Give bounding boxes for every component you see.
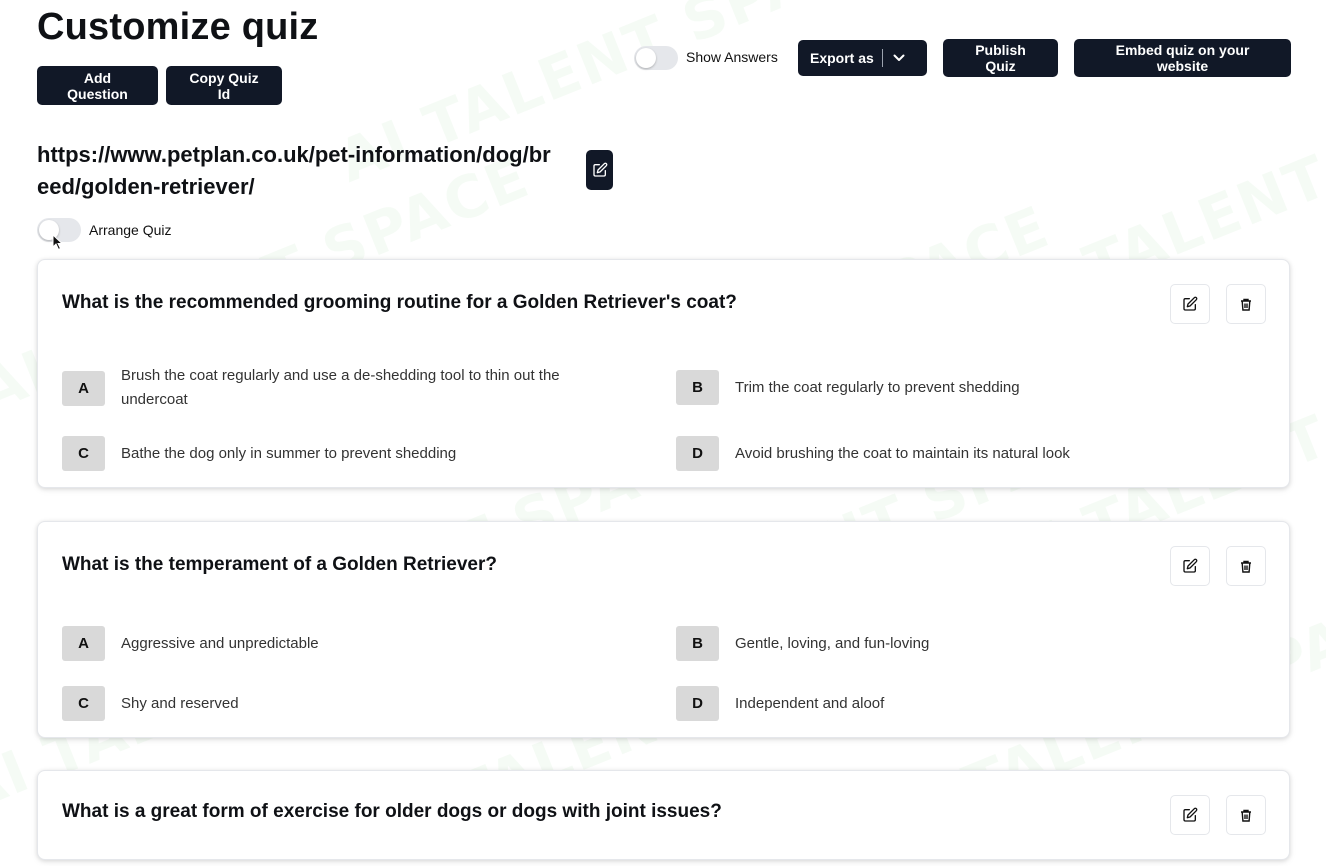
copy-quiz-id-button[interactable]: Copy Quiz Id <box>166 66 282 105</box>
answer-option[interactable]: A Brush the coat regularly and use a de-… <box>62 364 622 412</box>
answer-option[interactable]: A Aggressive and unpredictable <box>62 626 622 661</box>
export-divider <box>881 49 883 67</box>
mouse-cursor-icon <box>52 234 64 251</box>
edit-icon <box>1183 558 1198 573</box>
option-text: Independent and aloof <box>735 694 885 712</box>
export-as-button[interactable]: Export as <box>798 40 927 76</box>
question-text: What is the temperament of a Golden Retr… <box>62 554 497 575</box>
delete-question-button[interactable] <box>1226 546 1266 586</box>
edit-url-button[interactable] <box>586 150 613 190</box>
edit-question-button[interactable] <box>1170 546 1210 586</box>
edit-icon <box>1183 807 1198 822</box>
question-text: What is a great form of exercise for old… <box>62 801 722 822</box>
delete-question-button[interactable] <box>1226 795 1266 835</box>
option-text: Brush the coat regularly and use a de-sh… <box>121 367 560 408</box>
edit-icon <box>1183 296 1198 311</box>
trash-icon <box>1241 298 1251 311</box>
option-text: Shy and reserved <box>121 694 239 712</box>
trash-icon <box>1241 809 1251 822</box>
quiz-customizer-page: Customize quiz Add Question Copy Quiz Id… <box>0 0 1326 860</box>
question-card: What is the recommended grooming routine… <box>37 259 1290 488</box>
answer-option[interactable]: B Trim the coat regularly to prevent she… <box>676 370 1236 405</box>
source-url: https://www.petplan.co.uk/pet-informatio… <box>37 142 551 199</box>
arrange-quiz-label: Arrange Quiz <box>89 222 172 238</box>
trash-icon <box>1241 560 1251 573</box>
option-letter: A <box>62 370 105 406</box>
option-letter: D <box>676 436 719 471</box>
question-card: What is a great form of exercise for old… <box>37 770 1290 860</box>
export-as-label: Export as <box>810 50 874 66</box>
edit-question-button[interactable] <box>1170 284 1210 324</box>
edit-icon <box>592 162 607 177</box>
question-card: What is the temperament of a Golden Retr… <box>37 521 1290 738</box>
option-text: Trim the coat regularly to prevent shedd… <box>735 378 1020 396</box>
option-letter: B <box>676 370 719 405</box>
page-title: Customize quiz <box>37 6 319 48</box>
option-text: Aggressive and unpredictable <box>121 634 319 652</box>
option-letter: C <box>62 436 105 471</box>
option-letter: B <box>676 626 719 661</box>
add-question-button[interactable]: Add Question <box>37 66 158 105</box>
toggle-knob <box>636 48 656 68</box>
question-text: What is the recommended grooming routine… <box>62 292 737 313</box>
option-letter: D <box>676 686 719 721</box>
answer-option[interactable]: D Avoid brushing the coat to maintain it… <box>676 436 1236 471</box>
answer-option[interactable]: C Shy and reserved <box>62 686 622 721</box>
delete-question-button[interactable] <box>1226 284 1266 324</box>
show-answers-label: Show Answers <box>686 49 778 65</box>
option-text: Gentle, loving, and fun-loving <box>735 634 930 652</box>
edit-question-button[interactable] <box>1170 795 1210 835</box>
chevron-down-icon[interactable] <box>893 54 905 62</box>
option-letter: A <box>62 626 105 661</box>
answer-option[interactable]: B Gentle, loving, and fun-loving <box>676 626 1236 661</box>
option-text: Avoid brushing the coat to maintain its … <box>735 444 1070 462</box>
option-text: Bathe the dog only in summer to prevent … <box>121 444 457 462</box>
answer-option[interactable]: C Bathe the dog only in summer to preven… <box>62 436 622 471</box>
publish-quiz-button[interactable]: Publish Quiz <box>943 39 1058 77</box>
embed-quiz-button[interactable]: Embed quiz on your website <box>1074 39 1291 77</box>
option-letter: C <box>62 686 105 721</box>
answer-option[interactable]: D Independent and aloof <box>676 686 1236 721</box>
show-answers-toggle[interactable] <box>634 46 678 70</box>
